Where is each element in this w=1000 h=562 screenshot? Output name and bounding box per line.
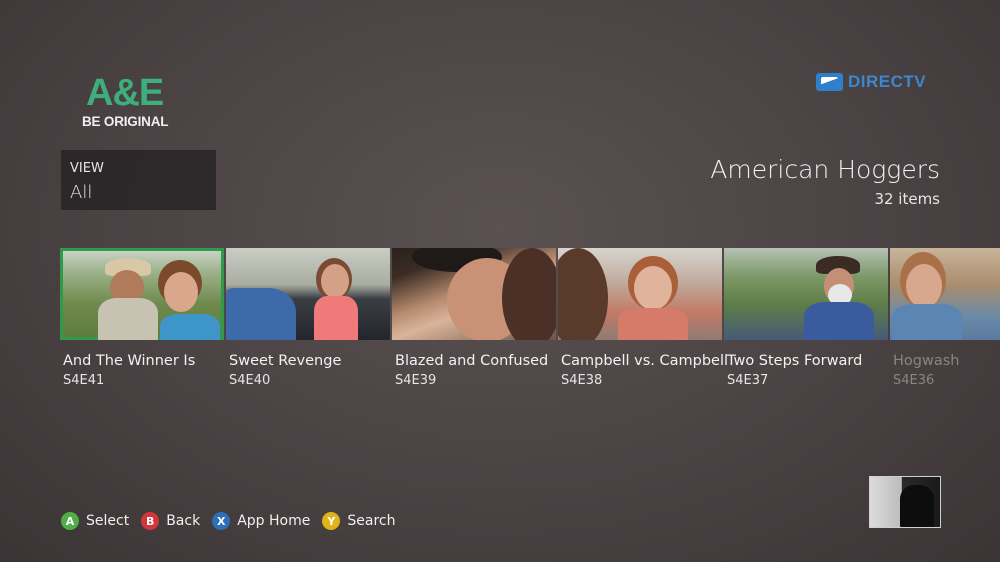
- episode-code: S4E37: [727, 373, 769, 388]
- episode-title: Blazed and Confused: [395, 353, 549, 369]
- legend-select[interactable]: A Select: [61, 512, 129, 530]
- episode-title: Hogwash: [893, 353, 960, 369]
- episode-code: S4E38: [561, 373, 603, 388]
- b-button-icon: B: [141, 512, 160, 530]
- controller-legend: A Select B Back X App Home Y Search: [61, 512, 407, 530]
- legend-search[interactable]: Y Search: [322, 512, 395, 530]
- ae-logo: A&E BE ORIGINAL: [82, 74, 172, 129]
- legend-label: Search: [347, 513, 396, 529]
- kinect-camera-preview: [869, 476, 941, 528]
- legend-label: Select: [86, 513, 130, 529]
- episode-title: Campbell vs. Campbell: [561, 353, 729, 369]
- episode-title: Two Steps Forward: [727, 353, 863, 369]
- ae-logo-mark: A&E: [86, 72, 164, 114]
- user-silhouette: [900, 485, 934, 527]
- item-count: 32 items: [874, 190, 940, 208]
- episode-tile[interactable]: Hogwash S4E36: [890, 248, 1000, 388]
- episode-thumbnail[interactable]: [890, 248, 1000, 340]
- episode-thumbnail[interactable]: [60, 248, 224, 340]
- episode-thumbnail[interactable]: [226, 248, 390, 340]
- episode-code: S4E40: [229, 373, 271, 388]
- a-button-icon: A: [61, 512, 79, 530]
- episode-title: Sweet Revenge: [229, 353, 342, 369]
- legend-back[interactable]: B Back: [141, 512, 200, 530]
- episode-tile[interactable]: Blazed and Confused S4E39: [392, 248, 556, 388]
- legend-app-home[interactable]: X App Home: [212, 512, 310, 530]
- episode-code: S4E39: [395, 373, 437, 388]
- directv-wordmark: DIRECTV: [848, 72, 927, 91]
- episode-tile[interactable]: And The Winner Is S4E41: [60, 248, 224, 388]
- x-button-icon: X: [212, 512, 231, 530]
- episode-tile[interactable]: Sweet Revenge S4E40: [226, 248, 390, 388]
- episode-thumbnail[interactable]: [392, 248, 556, 340]
- legend-label: App Home: [237, 513, 311, 529]
- episode-strip: And The Winner Is S4E41 Sweet Revenge S4…: [60, 248, 1000, 398]
- legend-label: Back: [166, 513, 201, 529]
- episode-code: S4E36: [893, 373, 935, 388]
- view-filter-value: All: [70, 182, 93, 203]
- directv-icon: [816, 73, 843, 91]
- episode-thumbnail[interactable]: [724, 248, 888, 340]
- view-filter-label: VIEW: [70, 161, 104, 176]
- show-title: American Hoggers: [710, 155, 940, 184]
- ae-logo-tagline: BE ORIGINAL: [82, 114, 169, 129]
- episode-title: And The Winner Is: [63, 353, 196, 369]
- directv-logo: DIRECTV: [816, 72, 926, 92]
- view-filter[interactable]: VIEW All: [61, 150, 216, 210]
- y-button-icon: Y: [322, 512, 341, 530]
- episode-tile[interactable]: Campbell vs. Campbell S4E38: [558, 248, 729, 388]
- episode-thumbnail[interactable]: [558, 248, 722, 340]
- episode-code: S4E41: [63, 373, 105, 388]
- episode-tile[interactable]: Two Steps Forward S4E37: [724, 248, 888, 388]
